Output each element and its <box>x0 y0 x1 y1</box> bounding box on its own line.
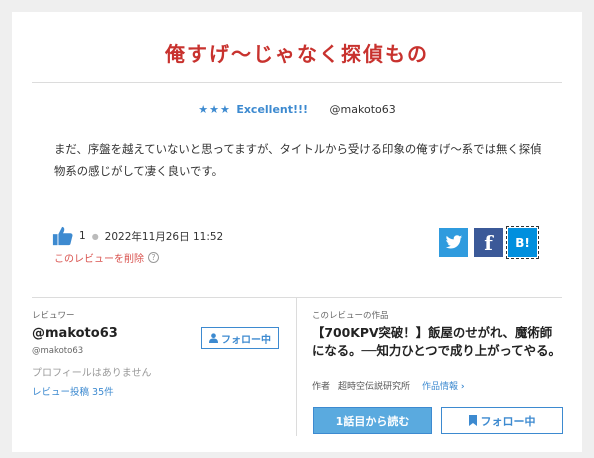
reviewer-follow-label: フォロー中 <box>221 334 271 346</box>
work-author-row: 作者 超時空伝説研究所 作品情報 › <box>312 379 465 392</box>
reviewer-handle: @makoto63 <box>32 346 84 356</box>
review-date: 2022年11月26日 11:52 <box>104 230 224 243</box>
section-divider <box>32 297 562 298</box>
like-count: 1 <box>79 230 86 242</box>
share-hatena-button[interactable]: B! <box>506 226 539 259</box>
like-row: 1 ● 2022年11月26日 11:52 <box>52 224 223 248</box>
title-divider <box>32 82 562 83</box>
share-facebook-button[interactable]: f <box>474 228 503 257</box>
delete-review-link[interactable]: このレビューを削除 ? <box>54 250 159 265</box>
share-twitter-button[interactable] <box>439 228 468 257</box>
review-body: まだ、序盤を越えていないと思ってますが、タイトルから受ける印象の俺すげ〜系では無… <box>54 142 542 178</box>
chevron-right-icon: › <box>460 382 465 392</box>
star-rating-icon: ★★★ <box>198 103 231 116</box>
reviewer-posts-link[interactable]: レビュー投稿 35件 <box>32 384 114 398</box>
work-follow-button[interactable]: フォロー中 <box>441 407 563 434</box>
review-title: 俺すげ〜じゃなく探偵もの <box>165 42 429 66</box>
work-section-label: このレビューの作品 <box>312 311 389 321</box>
bookmark-icon <box>468 415 477 426</box>
work-title-link[interactable]: 【700KPV突破！】飯屋のせがれ、魔術師になる。──知力ひとつで成り上がってや… <box>312 324 564 360</box>
rating-label: Excellent!!! <box>236 103 309 116</box>
twitter-icon <box>445 235 462 249</box>
help-icon[interactable]: ? <box>148 252 159 263</box>
work-info-label: 作品情報 <box>422 382 459 392</box>
thumbs-up-icon[interactable] <box>52 225 74 247</box>
rating-line: ★★★ Excellent!!! @makoto63 <box>12 103 582 116</box>
delete-review-label: このレビューを削除 <box>54 254 144 265</box>
reviewer-follow-button[interactable]: フォロー中 <box>201 327 279 349</box>
column-divider <box>296 298 297 436</box>
work-info-link[interactable]: 作品情報 › <box>422 379 465 392</box>
review-author-link[interactable]: @makoto63 <box>330 103 396 116</box>
author-name-link[interactable]: 超時空伝説研究所 <box>338 379 410 392</box>
reviewer-section-label: レビュワー <box>32 311 75 321</box>
read-from-first-button[interactable]: 1話目から読む <box>313 407 432 434</box>
author-label: 作者 <box>312 382 331 392</box>
work-follow-label: フォロー中 <box>480 414 536 428</box>
review-card: 俺すげ〜じゃなく探偵もの ★★★ Excellent!!! @makoto63 … <box>12 12 582 452</box>
reviewer-name[interactable]: @makoto63 <box>32 326 118 341</box>
separator-dot: ● <box>91 231 99 241</box>
reviewer-profile: プロフィールはありません <box>32 368 152 379</box>
user-icon <box>209 333 218 343</box>
